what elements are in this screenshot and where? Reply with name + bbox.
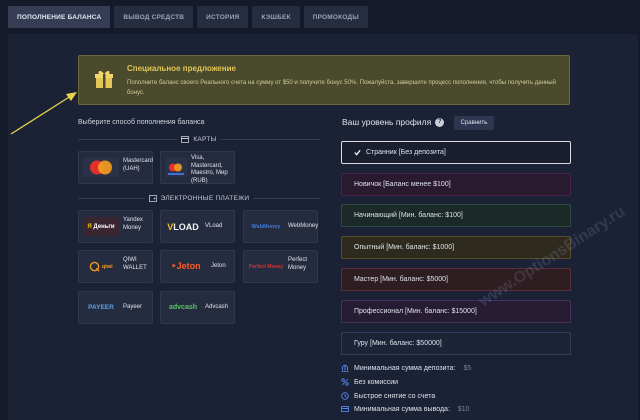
bank-icon xyxy=(341,364,349,372)
level-master[interactable]: Мастер [Мин. баланс: $5000] xyxy=(341,268,571,291)
mastercard-logo xyxy=(83,158,119,177)
level-label: Профессионал [Мин. баланс: $15000] xyxy=(354,308,477,315)
pay-yandex-money[interactable]: Я Деньги Yandex Money xyxy=(78,210,153,243)
pay-perfect-money[interactable]: Perfect Money Perfect Money xyxy=(243,250,318,283)
level-wanderer[interactable]: Странник [Без депозита] xyxy=(341,141,571,164)
pay-mastercard-uah[interactable]: Mastercard (UAH) xyxy=(78,151,153,184)
level-label: Опытный [Мин. баланс: $1000] xyxy=(354,244,455,251)
level-label: Начинающий [Мин. баланс: $100] xyxy=(354,212,463,219)
pay-label: WebMoney xyxy=(288,223,319,229)
level-label: Гуру [Мин. баланс: $50000] xyxy=(354,340,442,347)
pay-label: Perfect Money xyxy=(288,257,308,271)
feature-label: Быстрое снятие со счета xyxy=(354,392,436,400)
tab-promocodes[interactable]: ПРОМОКОДЫ xyxy=(303,6,368,28)
special-offer-banner: Специальное предложение Пополните баланс… xyxy=(78,55,570,105)
cards-section-label: КАРТЫ xyxy=(78,134,320,144)
tab-cashback[interactable]: КЭШБЕК xyxy=(252,6,300,28)
pay-label: Visa, Mastercard, Maestro, Мир (RUB) xyxy=(191,155,228,184)
card-icon xyxy=(341,406,349,412)
percent-icon xyxy=(341,378,349,386)
pay-jeton[interactable]: ‣Jeton Jeton xyxy=(160,250,235,283)
gift-icon xyxy=(95,70,113,88)
help-icon[interactable]: ? xyxy=(435,117,445,127)
credit-card-icon xyxy=(181,135,190,143)
tab-deposit[interactable]: ПОПОЛНЕНИЕ БАЛАНСА xyxy=(8,6,111,28)
pay-payeer[interactable]: PAYEER Payeer xyxy=(78,291,153,324)
pay-advcash[interactable]: advcash Advcash xyxy=(160,291,235,324)
offer-title: Специальное предложение xyxy=(127,64,236,73)
mastercard-icon xyxy=(90,160,112,175)
cards-section-text: КАРТЫ xyxy=(193,135,217,143)
jeton-logo: ‣Jeton xyxy=(171,261,201,271)
feature-min-withdrawal: Минимальная сумма вывода: $10 xyxy=(341,405,470,413)
feature-label: Без комиссии xyxy=(354,378,399,386)
feature-label: Минимальная сумма вывода: xyxy=(354,405,450,413)
feature-label: Минимальная сумма депозита: xyxy=(354,364,456,372)
wallet-icon xyxy=(148,194,157,202)
level-label: Новичок [Баланс менее $100] xyxy=(354,181,451,188)
feature-value: $10 xyxy=(457,405,470,413)
pay-label: VLoad xyxy=(205,223,223,229)
pay-label: Jeton xyxy=(211,263,226,269)
pay-label: Payeer xyxy=(123,304,143,310)
feature-fast-withdrawal: Быстрое снятие со счета xyxy=(341,392,435,400)
card-brands-icon xyxy=(168,163,184,175)
level-label: Странник [Без депозита] xyxy=(366,149,446,156)
payeer-logo: PAYEER xyxy=(88,304,114,311)
clock-icon xyxy=(341,392,349,400)
pay-label: Advcash xyxy=(205,304,229,310)
pay-visa-rub[interactable]: Visa, Mastercard, Maestro, Мир (RUB) xyxy=(160,151,235,184)
offer-text: Пополните баланс своего Реального счета … xyxy=(127,80,556,96)
level-guru[interactable]: Гуру [Мин. баланс: $50000] xyxy=(341,332,571,355)
feature-no-commission: Без комиссии xyxy=(341,378,398,386)
perfect-money-logo: Perfect Money xyxy=(248,263,284,270)
qiwi-logo: qiwi xyxy=(83,257,119,276)
level-professional[interactable]: Профессионал [Мин. баланс: $15000] xyxy=(341,300,571,323)
yandex-money-logo: Я Деньги xyxy=(83,217,119,236)
visa-logo xyxy=(165,158,187,177)
pay-label: Mastercard (UAH) xyxy=(123,158,154,172)
pay-vload[interactable]: V LOAD VLoad xyxy=(160,210,235,243)
profile-level-title: Ваш уровень профиля ? xyxy=(342,117,445,127)
top-tabs: ПОПОЛНЕНИЕ БАЛАНСА ВЫВОД СРЕДСТВ ИСТОРИЯ… xyxy=(8,6,368,28)
vload-logo: V LOAD xyxy=(167,221,199,232)
annotation-arrow-icon xyxy=(10,92,77,135)
pay-qiwi[interactable]: qiwi QIWI WALLET xyxy=(78,250,153,283)
tab-history[interactable]: ИСТОРИЯ xyxy=(197,6,249,28)
pay-webmoney[interactable]: WebMoney WebMoney xyxy=(243,210,318,243)
feature-min-deposit: Минимальная сумма депозита: $5 xyxy=(341,364,471,372)
tab-withdraw[interactable]: ВЫВОД СРЕДСТВ xyxy=(114,6,194,28)
feature-value: $5 xyxy=(463,364,472,372)
level-label: Мастер [Мин. баланс: $5000] xyxy=(354,276,448,283)
compare-button[interactable]: Сравнить xyxy=(454,116,494,130)
profile-level-text: Ваш уровень профиля xyxy=(342,117,432,127)
qiwi-icon xyxy=(90,261,100,272)
level-experienced[interactable]: Опытный [Мин. баланс: $1000] xyxy=(341,236,571,259)
check-icon xyxy=(354,149,361,156)
ewallets-section-text: ЭЛЕКТРОННЫЕ ПЛАТЕЖИ xyxy=(160,194,250,202)
level-novice[interactable]: Новичок [Баланс менее $100] xyxy=(341,173,571,196)
advcash-logo: advcash xyxy=(168,304,198,311)
webmoney-logo: WebMoney xyxy=(251,223,281,230)
pay-label: Yandex Money xyxy=(123,217,143,231)
ewallets-section-label: ЭЛЕКТРОННЫЕ ПЛАТЕЖИ xyxy=(78,193,320,203)
level-beginner[interactable]: Начинающий [Мин. баланс: $100] xyxy=(341,204,571,227)
pay-label: QIWI WALLET xyxy=(123,257,147,271)
deposit-method-title: Выберите способ пополнения баланса xyxy=(78,119,205,126)
